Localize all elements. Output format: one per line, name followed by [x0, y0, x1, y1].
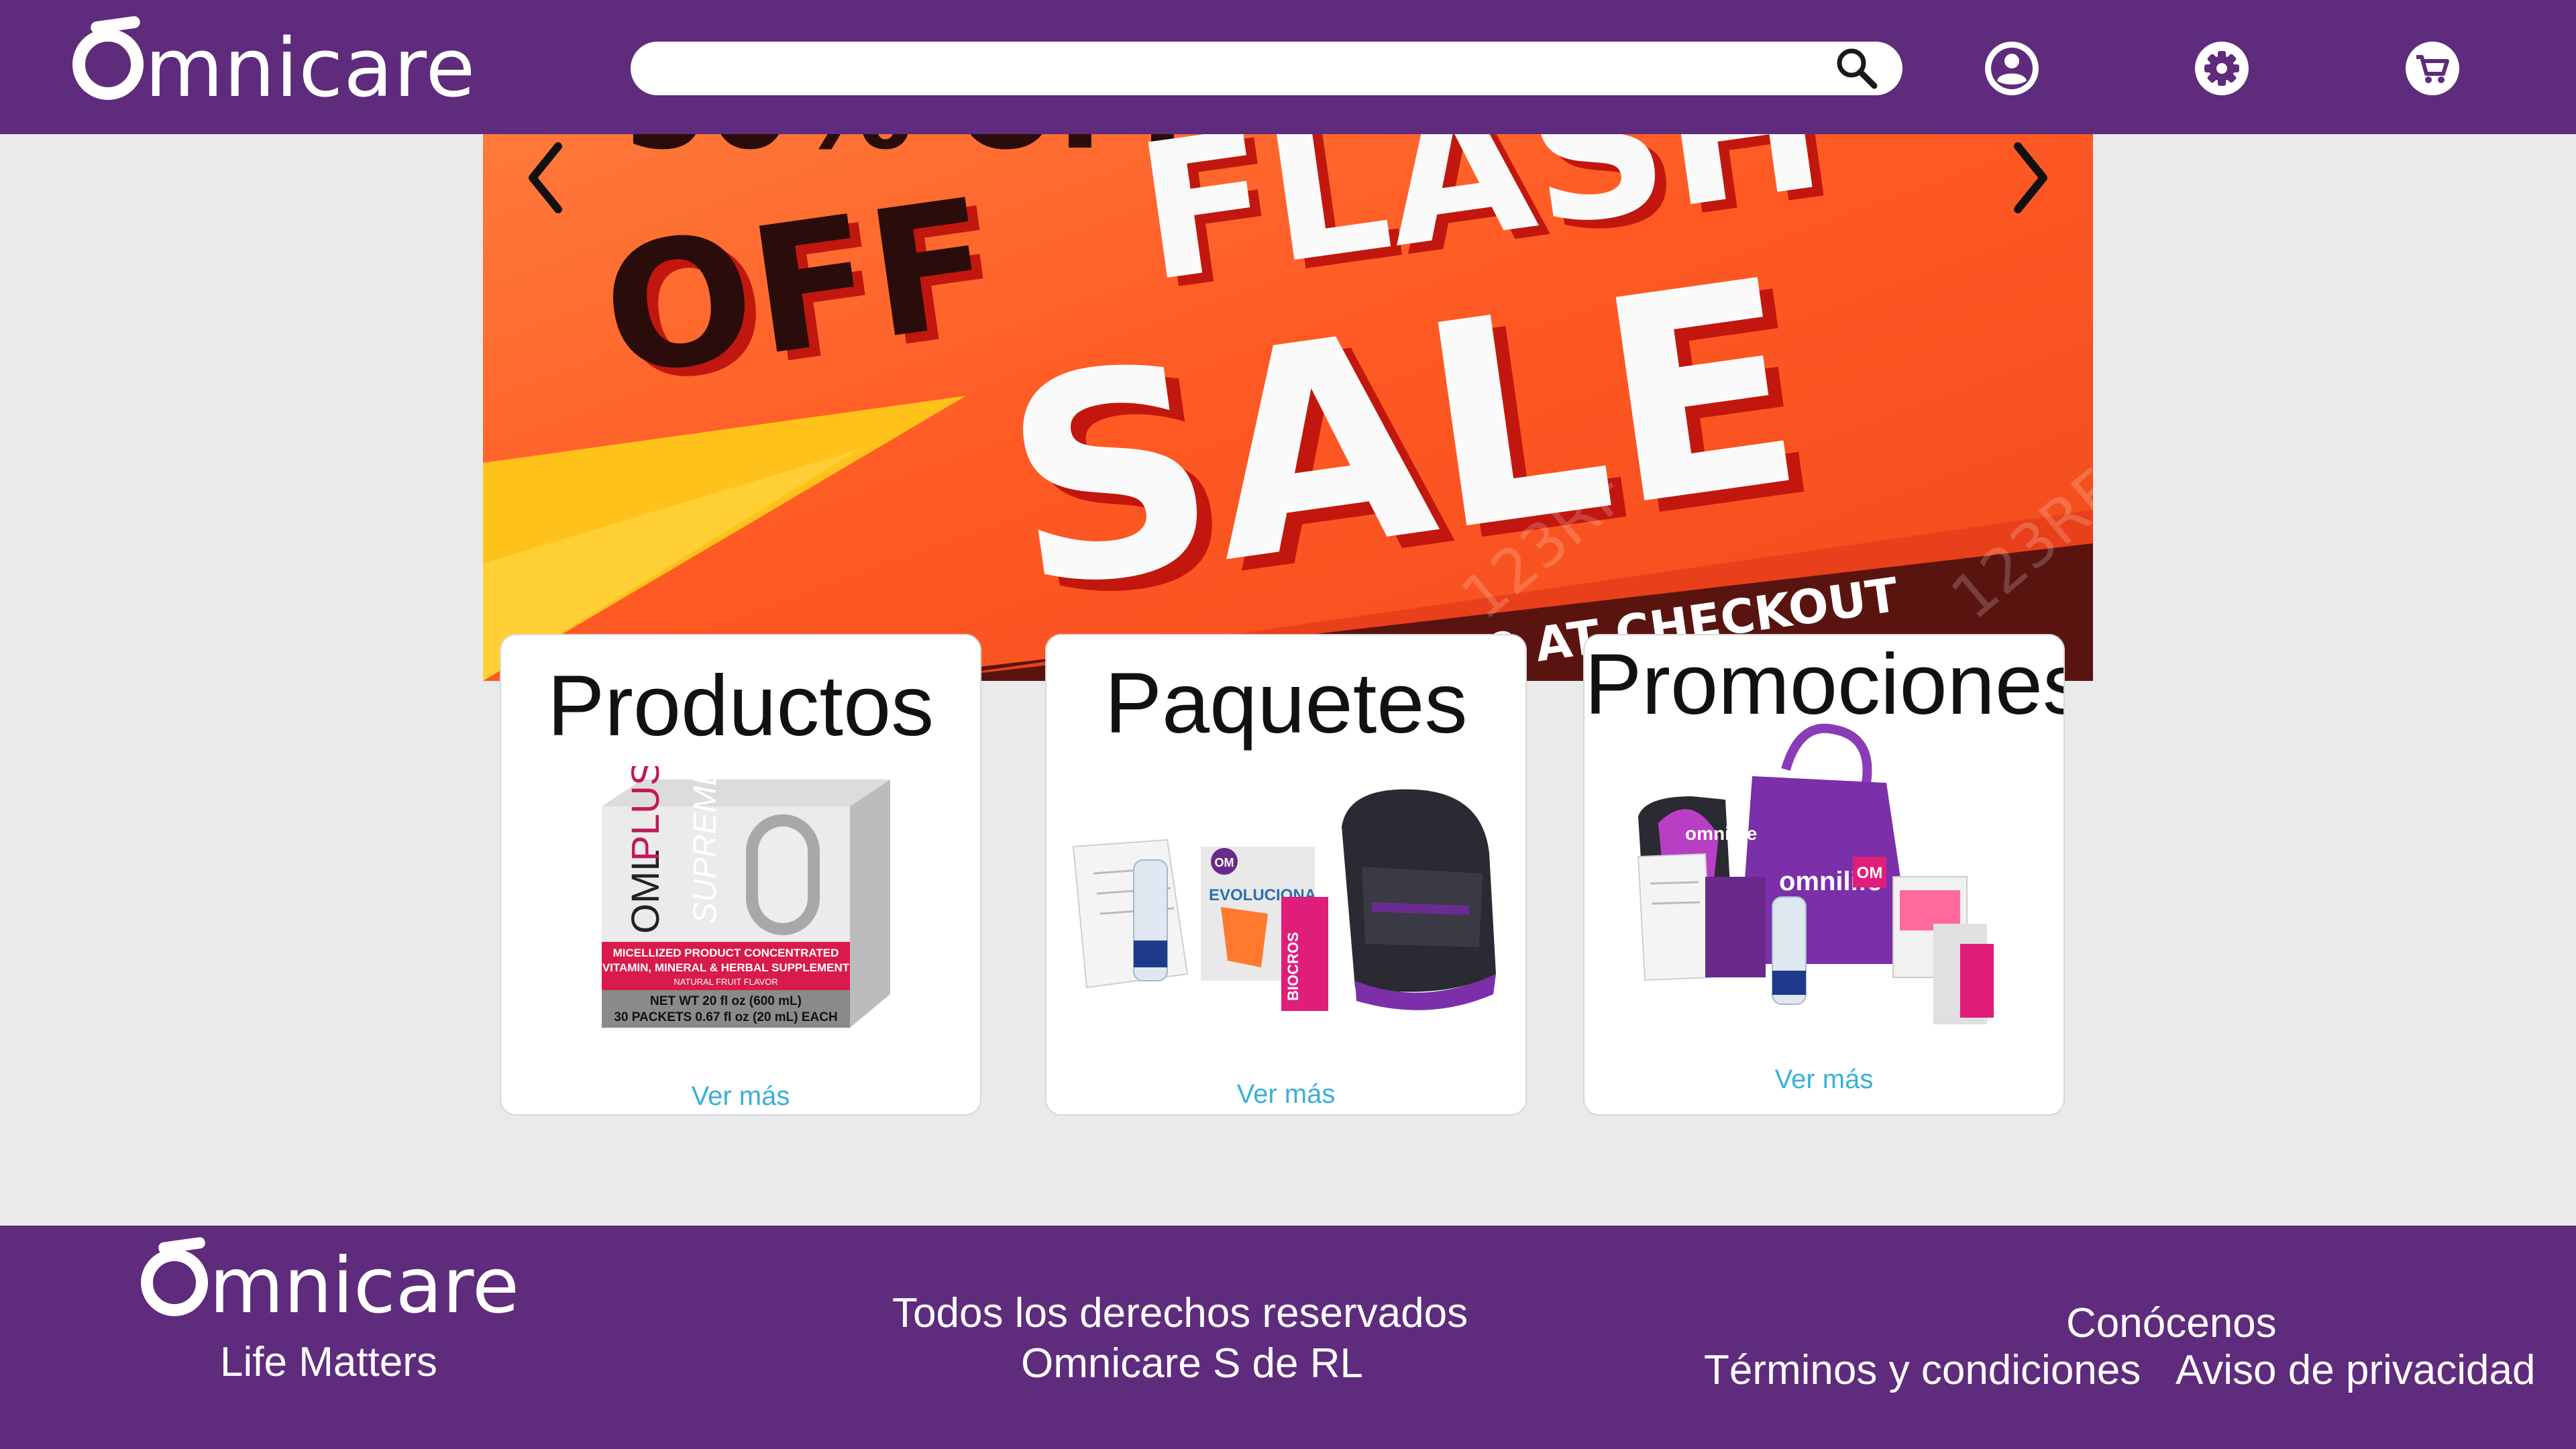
ver-mas-link[interactable]: Ver más	[1046, 1079, 1525, 1110]
brand-logo-mark	[72, 29, 144, 100]
promo-banner-carousel[interactable]: 50% OFF OFF OFF FLASH FLASH SALE SALE US…	[483, 134, 2093, 681]
footer-link-privacy[interactable]: Aviso de privacidad	[2176, 1347, 2536, 1393]
card-title: Paquetes	[1104, 655, 1468, 751]
svg-text:SUPREME: SUPREME	[688, 766, 723, 924]
shopping-cart-icon[interactable]	[2403, 39, 2462, 98]
svg-text:OM: OM	[1215, 856, 1234, 869]
ver-mas-link[interactable]: Ver más	[1585, 1065, 2063, 1095]
chevron-right-icon[interactable]	[1999, 134, 2059, 221]
product-box-image: OML PLUS SUPREME MICELLIZED PRODUCT CONC…	[602, 766, 890, 1028]
svg-text:NET WT 20 fl oz (600 mL): NET WT 20 fl oz (600 mL)	[650, 994, 802, 1008]
brand-logo-text: mnicare	[145, 22, 476, 115]
category-card-productos[interactable]: Productos OML PLUS SUPREME MICELLIZED PR…	[500, 634, 981, 1116]
svg-text:BIOCROS: BIOCROS	[1285, 932, 1301, 1001]
footer-company-text: Omnicare S de RL	[1021, 1340, 1363, 1387]
footer-brand-logo-text: mnicare	[209, 1241, 520, 1330]
footer-link-about[interactable]: Conócenos	[2066, 1300, 2277, 1346]
top-navbar: mnicare	[0, 0, 2576, 134]
footer-brand-logo[interactable]: mnicare	[141, 1239, 519, 1333]
footer-tagline: Life Matters	[220, 1339, 437, 1385]
category-card-paquetes[interactable]: Paquetes EVOLUCIONA OM BIOCROS Ver más	[1045, 634, 1527, 1116]
svg-text:OML: OML	[624, 849, 667, 934]
category-card-promociones[interactable]: Promociones omnilife omnilife OM Ver más	[1583, 634, 2065, 1116]
search-input[interactable]	[631, 42, 1902, 95]
site-footer: mnicare Life Matters Todos los derechos …	[0, 1226, 2576, 1449]
card-title: Productos	[547, 658, 934, 754]
svg-text:VITAMIN, MINERAL & HERBAL SUPP: VITAMIN, MINERAL & HERBAL SUPPLEMENT	[602, 961, 850, 974]
footer-link-terms[interactable]: Términos y condiciones	[1704, 1347, 2141, 1393]
svg-text:PLUS: PLUS	[624, 766, 667, 861]
svg-text:NATURAL FRUIT FLAVOR: NATURAL FRUIT FLAVOR	[674, 977, 778, 987]
promo-bundle-image: omnilife omnilife OM	[1637, 723, 1994, 1024]
user-account-icon[interactable]	[1982, 39, 2041, 98]
svg-text:30 PACKETS 0.67 fl oz (20 mL): 30 PACKETS 0.67 fl oz (20 mL) EACH	[614, 1010, 837, 1024]
svg-text:omnilife: omnilife	[1685, 823, 1757, 844]
svg-text:MICELLIZED PRODUCT CONCENTRATE: MICELLIZED PRODUCT CONCENTRATED	[613, 947, 839, 959]
package-bundle-image: EVOLUCIONA OM BIOCROS	[1072, 789, 1496, 1011]
footer-brand-logo-mark	[141, 1249, 208, 1316]
search-icon[interactable]	[1831, 44, 1885, 93]
brand-logo[interactable]: mnicare	[72, 19, 476, 119]
chevron-left-icon[interactable]	[517, 134, 577, 221]
promo-banner-graphic: 50% OFF OFF OFF FLASH FLASH SALE SALE US…	[483, 134, 2093, 681]
card-title: Promociones	[1585, 637, 2065, 733]
svg-text:OM: OM	[1857, 864, 1883, 882]
gear-icon[interactable]	[2192, 39, 2251, 98]
footer-rights-text: Todos los derechos reservados	[892, 1290, 1468, 1336]
ver-mas-link[interactable]: Ver más	[501, 1081, 980, 1112]
